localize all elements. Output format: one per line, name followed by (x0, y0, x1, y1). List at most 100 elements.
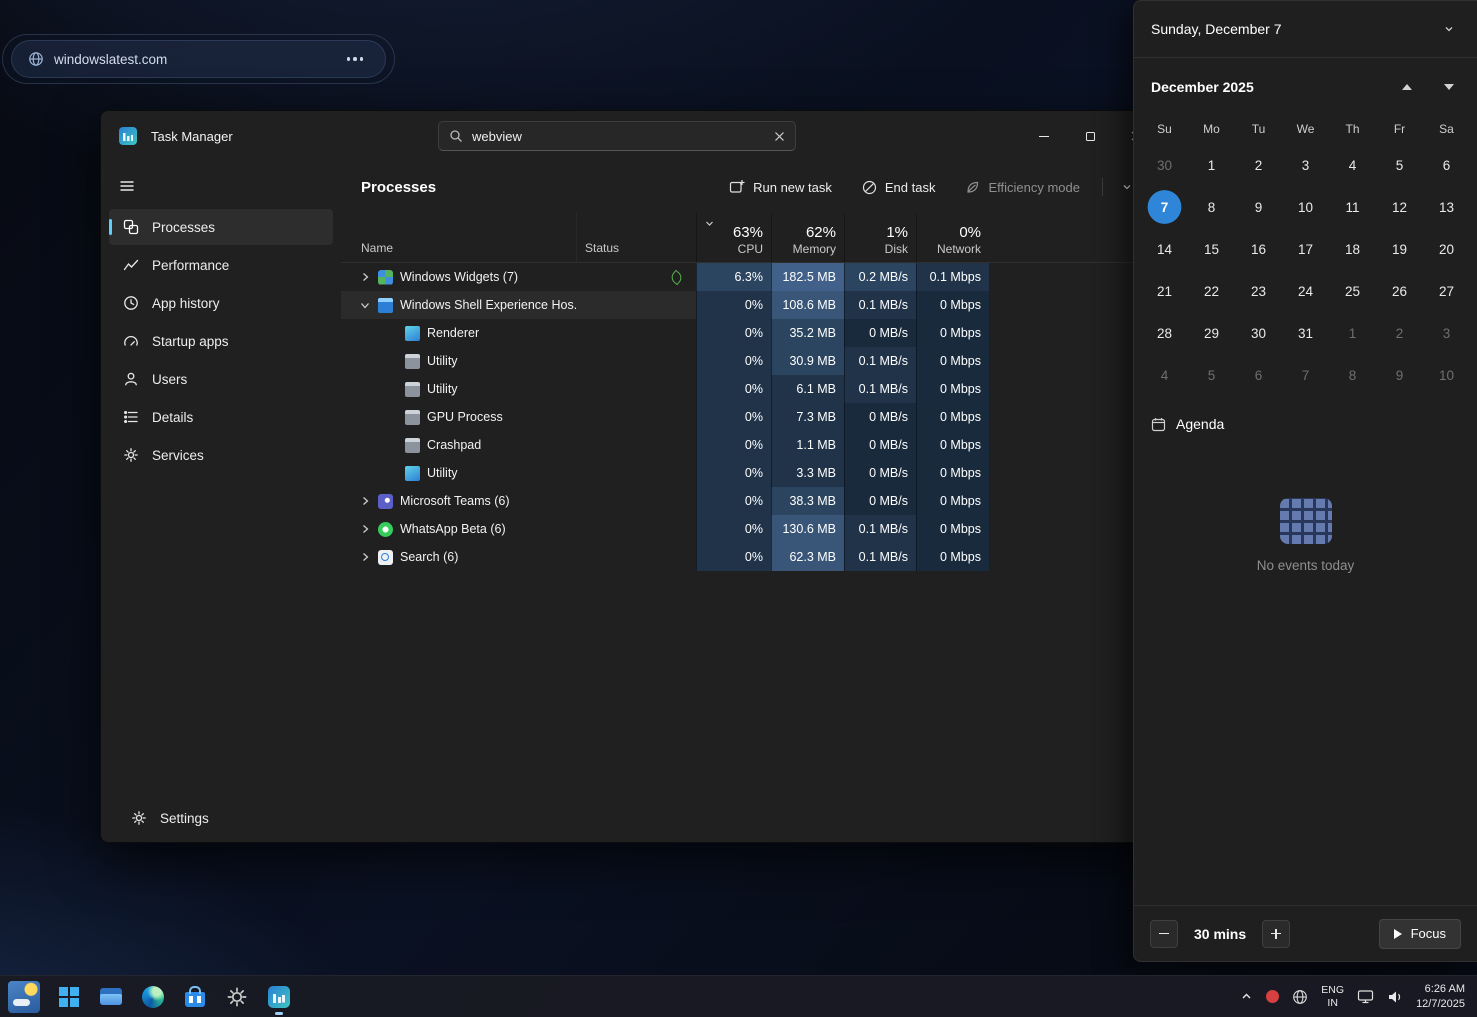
column-header-name[interactable]: Name (341, 213, 576, 262)
weather-widget-icon[interactable] (8, 981, 40, 1013)
address-bar[interactable]: windowslatest.com (11, 40, 386, 78)
calendar-day[interactable]: 11 (1329, 186, 1376, 228)
calendar-day[interactable]: 9 (1376, 354, 1423, 396)
calendar-day[interactable]: 25 (1329, 270, 1376, 312)
sidebar-item-app-history[interactable]: App history (109, 285, 333, 321)
navigation-menu-button[interactable] (109, 168, 145, 204)
calendar-day[interactable]: 5 (1376, 144, 1423, 186)
process-row-utility[interactable]: Utility 0% 6.1 MB 0.1 MB/s 0 Mbps (341, 375, 1159, 403)
chevron-right-icon[interactable] (359, 551, 371, 563)
calendar-day[interactable]: 30 (1235, 312, 1282, 354)
decrease-duration-button[interactable] (1150, 920, 1178, 948)
calendar-day[interactable]: 3 (1423, 312, 1470, 354)
display-icon[interactable] (1357, 988, 1374, 1005)
efficiency-mode-button[interactable]: Efficiency mode (953, 171, 1092, 203)
calendar-day[interactable]: 23 (1235, 270, 1282, 312)
calendar-day[interactable]: 7 (1282, 354, 1329, 396)
process-row-windows-shell-experience-host[interactable]: Windows Shell Experience Hos... 0% 108.6… (341, 291, 1159, 319)
file-explorer-button[interactable] (91, 977, 131, 1017)
agenda-section-header[interactable]: Agenda (1134, 396, 1477, 432)
column-header-network[interactable]: 0%Network (916, 213, 989, 262)
calendar-day[interactable]: 16 (1235, 228, 1282, 270)
column-header-status[interactable]: Status (576, 213, 696, 262)
calendar-day[interactable]: 10 (1282, 186, 1329, 228)
calendar-day[interactable]: 10 (1423, 354, 1470, 396)
process-row-microsoft-teams[interactable]: Microsoft Teams (6) 0% 38.3 MB 0 MB/s 0 … (341, 487, 1159, 515)
calendar-day[interactable]: 1 (1329, 312, 1376, 354)
taskbar-clock[interactable]: 6:26 AM12/7/2025 (1416, 982, 1469, 1012)
process-row-utility[interactable]: Utility 0% 30.9 MB 0.1 MB/s 0 Mbps (341, 347, 1159, 375)
end-task-button[interactable]: End task (850, 171, 948, 203)
start-button[interactable] (49, 977, 89, 1017)
process-row-search[interactable]: Search (6) 0% 62.3 MB 0.1 MB/s 0 Mbps (341, 543, 1159, 571)
chevron-right-icon[interactable] (359, 495, 371, 507)
calendar-day[interactable]: 6 (1423, 144, 1470, 186)
sidebar-item-performance[interactable]: Performance (109, 247, 333, 283)
process-row-renderer[interactable]: Renderer 0% 35.2 MB 0 MB/s 0 Mbps (341, 319, 1159, 347)
column-header-disk[interactable]: 1%Disk (844, 213, 916, 262)
calendar-day[interactable]: 29 (1188, 312, 1235, 354)
next-month-button[interactable] (1435, 74, 1463, 100)
calendar-day[interactable]: 20 (1423, 228, 1470, 270)
titlebar[interactable]: Task Manager (101, 111, 1159, 161)
settings-button[interactable] (217, 977, 257, 1017)
calendar-day-selected[interactable]: 7 (1141, 186, 1188, 228)
calendar-day[interactable]: 19 (1376, 228, 1423, 270)
sidebar-item-services[interactable]: Services (109, 437, 333, 473)
calendar-day[interactable]: 22 (1188, 270, 1235, 312)
column-header-cpu[interactable]: 63%CPU (696, 213, 771, 262)
task-manager-taskbar-button[interactable] (259, 977, 299, 1017)
minimize-button[interactable] (1021, 111, 1067, 161)
sidebar-item-details[interactable]: Details (109, 399, 333, 435)
calendar-day[interactable]: 8 (1188, 186, 1235, 228)
calendar-day[interactable]: 9 (1235, 186, 1282, 228)
calendar-day[interactable]: 21 (1141, 270, 1188, 312)
calendar-day[interactable]: 3 (1282, 144, 1329, 186)
calendar-day[interactable]: 4 (1329, 144, 1376, 186)
column-header-memory[interactable]: 62%Memory (771, 213, 844, 262)
network-globe-icon[interactable] (1292, 989, 1308, 1005)
calendar-day[interactable]: 27 (1423, 270, 1470, 312)
sidebar-item-startup-apps[interactable]: Startup apps (109, 323, 333, 359)
focus-button[interactable]: Focus (1379, 919, 1461, 949)
calendar-day[interactable]: 26 (1376, 270, 1423, 312)
chevron-right-icon[interactable] (359, 523, 371, 535)
show-hidden-icons-button[interactable] (1240, 990, 1253, 1003)
calendar-day[interactable]: 1 (1188, 144, 1235, 186)
calendar-day[interactable]: 8 (1329, 354, 1376, 396)
chevron-down-icon[interactable] (359, 299, 371, 311)
calendar-day[interactable]: 31 (1282, 312, 1329, 354)
language-indicator[interactable]: ENGIN (1321, 984, 1344, 1008)
search-input[interactable] (472, 129, 765, 144)
calendar-day[interactable]: 12 (1376, 186, 1423, 228)
search-box[interactable] (438, 121, 796, 151)
chevron-right-icon[interactable] (359, 271, 371, 283)
sidebar-item-settings[interactable]: Settings (117, 800, 325, 836)
calendar-day[interactable]: 28 (1141, 312, 1188, 354)
increase-duration-button[interactable] (1262, 920, 1290, 948)
calendar-day[interactable]: 13 (1423, 186, 1470, 228)
process-row-utility[interactable]: Utility 0% 3.3 MB 0 MB/s 0 Mbps (341, 459, 1159, 487)
calendar-day[interactable]: 30 (1141, 144, 1188, 186)
notification-red-icon[interactable] (1266, 990, 1279, 1003)
more-options-icon[interactable] (341, 51, 370, 67)
process-row-whatsapp-beta[interactable]: WhatsApp Beta (6) 0% 130.6 MB 0.1 MB/s 0… (341, 515, 1159, 543)
process-row-gpu-process[interactable]: GPU Process 0% 7.3 MB 0 MB/s 0 Mbps (341, 403, 1159, 431)
collapse-calendar-button[interactable] (1433, 15, 1465, 43)
calendar-day[interactable]: 15 (1188, 228, 1235, 270)
calendar-day[interactable]: 2 (1235, 144, 1282, 186)
clear-search-icon[interactable] (774, 131, 785, 142)
speaker-icon[interactable] (1387, 989, 1403, 1005)
run-new-task-button[interactable]: Run new task (717, 171, 844, 203)
calendar-day[interactable]: 24 (1282, 270, 1329, 312)
calendar-day[interactable]: 18 (1329, 228, 1376, 270)
maximize-button[interactable] (1067, 111, 1113, 161)
calendar-day[interactable]: 17 (1282, 228, 1329, 270)
sidebar-item-users[interactable]: Users (109, 361, 333, 397)
process-row-windows-widgets[interactable]: Windows Widgets (7) 6.3% 182.5 MB 0.2 MB… (341, 263, 1159, 291)
previous-month-button[interactable] (1393, 74, 1421, 100)
calendar-day[interactable]: 14 (1141, 228, 1188, 270)
process-row-crashpad[interactable]: Crashpad 0% 1.1 MB 0 MB/s 0 Mbps (341, 431, 1159, 459)
calendar-day[interactable]: 6 (1235, 354, 1282, 396)
sidebar-item-processes[interactable]: Processes (109, 209, 333, 245)
